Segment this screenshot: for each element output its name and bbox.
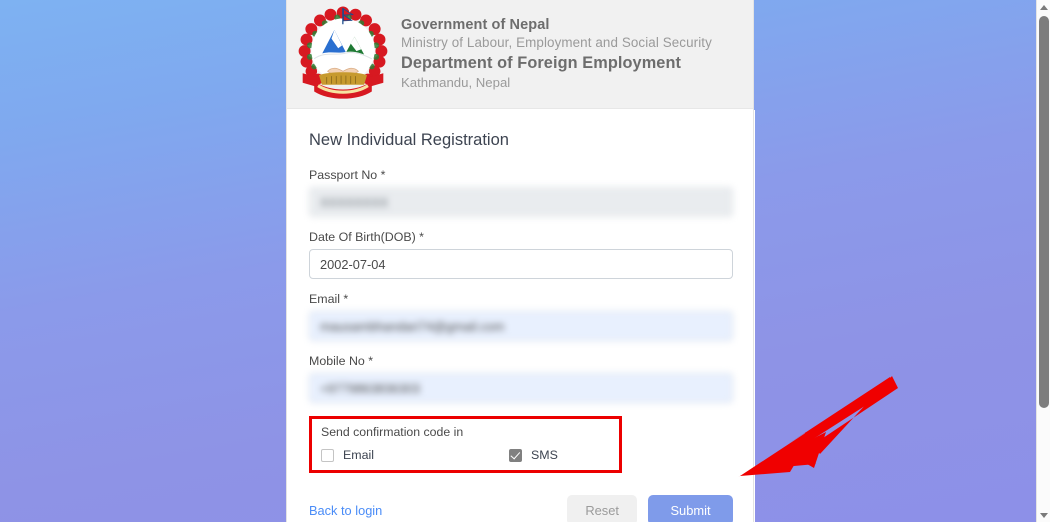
submit-button[interactable]: Submit [648,495,733,522]
back-to-login-link[interactable]: Back to login [309,503,382,518]
scrollbar-thumb[interactable] [1039,16,1049,408]
label-dob: Date Of Birth(DOB) * [309,230,424,244]
card-body: New Individual Registration Passport No … [287,109,753,522]
browser-viewport: Government of Nepal Ministry of Labour, … [0,0,1050,522]
org-line-location: Kathmandu, Nepal [401,75,511,91]
card-header: Government of Nepal Ministry of Labour, … [287,0,753,109]
field-email: Email * [309,292,733,341]
passport-input[interactable] [309,187,733,217]
registration-card: Government of Nepal Ministry of Labour, … [286,0,754,522]
reset-button[interactable]: Reset [567,495,637,522]
org-line-department: Department of Foreign Employment [401,54,682,72]
label-mobile: Mobile No * [309,354,374,368]
label-email: Email * [309,292,349,306]
confirmation-title: Send confirmation code in [321,425,464,439]
confirmation-options: Email SMS [321,448,610,462]
checkbox-email-label: Email [343,448,374,462]
mobile-input[interactable] [309,373,733,403]
field-passport: Passport No * [309,168,733,217]
organization-titles: Government of Nepal Ministry of Labour, … [391,16,712,92]
checkbox-email-box[interactable] [321,448,334,462]
vertical-scrollbar[interactable] [1036,0,1050,522]
org-line-ministry: Ministry of Labour, Employment and Socia… [401,35,712,51]
field-dob: Date Of Birth(DOB) * [309,230,733,279]
field-mobile: Mobile No * [309,354,733,403]
scroll-down-arrow-icon[interactable] [1037,508,1050,522]
nepal-emblem-icon [295,4,391,104]
scroll-up-arrow-icon[interactable] [1037,0,1050,14]
checkbox-sms-label: SMS [530,448,558,462]
org-line-government: Government of Nepal [401,17,550,34]
checkbox-email[interactable]: Email [321,448,374,462]
confirmation-method-highlight: Send confirmation code in Email SMS [309,416,622,473]
checkbox-sms-box[interactable] [508,448,522,462]
dob-input[interactable] [309,249,733,279]
checkbox-sms[interactable]: SMS [508,448,558,462]
page-title: New Individual Registration [309,131,509,149]
email-input[interactable] [309,311,733,341]
form-actions: Back to login Reset Submit [309,495,733,522]
label-passport: Passport No * [309,168,386,182]
